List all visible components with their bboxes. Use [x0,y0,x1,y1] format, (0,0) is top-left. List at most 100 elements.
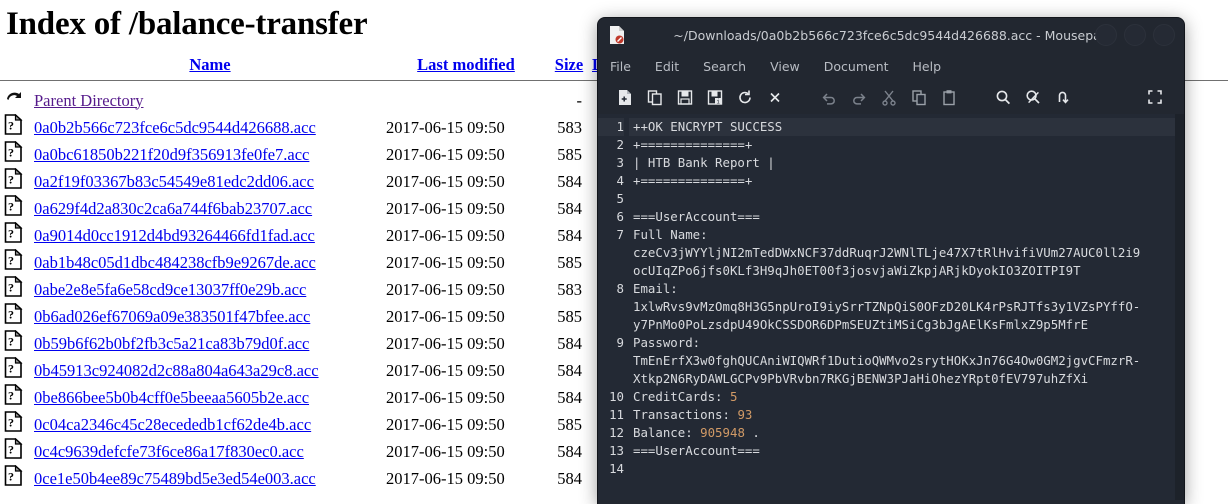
line-number-blank [598,244,624,262]
column-size[interactable]: Size [546,55,592,77]
line-number-blank [598,316,624,334]
find-replace-icon[interactable] [1018,84,1048,110]
menu-file[interactable]: File [610,59,631,74]
reload-icon[interactable] [730,84,760,110]
code-line[interactable] [633,460,1178,478]
svg-text:?: ? [8,308,14,322]
new-document-icon[interactable] [610,84,640,110]
undo-icon[interactable] [814,84,844,110]
minimize-button[interactable] [1095,24,1117,46]
line-number: 14 [609,461,624,476]
menu-search[interactable]: Search [703,59,746,74]
file-link[interactable]: 0a629f4d2a830c2ca6a744f6bab23707.acc [34,199,312,218]
svg-text:?: ? [8,362,14,376]
code-line-wrapped[interactable]: y7PnMo0PoLzsdpU49OkCSSDOR6DPmSEUZtiMSiCg… [633,316,1178,334]
file-link[interactable]: 0c4c9639defcfe73f6ce86a17f830ec0.acc [34,442,304,461]
svg-text:?: ? [8,146,14,160]
file-size: 583 [557,279,582,299]
file-modified: 2017-06-15 09:50 [386,171,505,191]
close-document-icon[interactable] [760,84,790,110]
file-unknown-icon: ? [0,411,34,438]
code-line[interactable]: ===UserAccount=== [633,442,1178,460]
line-number-blank [598,370,624,388]
go-to-line-icon[interactable] [1048,84,1078,110]
cut-icon[interactable] [874,84,904,110]
column-name[interactable]: Name [34,55,386,77]
code-line[interactable]: CreditCards: 5 [633,388,1178,406]
code-line[interactable]: Transactions: 93 [633,406,1178,424]
code-line-wrapped[interactable]: czeCv3jWYYljNI2mTedDWxNCF37ddRuqrJ2WNlTL… [633,244,1178,262]
file-link[interactable]: 0a9014d0cc1912d4bd93264466fd1fad.acc [34,226,315,245]
file-link[interactable]: 0c04ca2346c45c28ecededb1cf62de4b.acc [34,415,311,434]
file-link[interactable]: 0ab1b48c05d1dbc484238cfb9e9267de.acc [34,253,316,272]
file-link[interactable]: 0a0b2b566c723fce6c5dc9544d426688.acc [34,118,316,137]
file-modified: 2017-06-15 09:50 [386,441,505,461]
line-number: 7 [616,227,624,242]
open-file-icon[interactable] [640,84,670,110]
redo-icon[interactable] [844,84,874,110]
fullscreen-icon[interactable] [1140,84,1170,110]
code-line[interactable]: | HTB Bank Report | [633,154,1178,172]
close-button[interactable] [1153,24,1175,46]
file-link[interactable]: 0a0bc61850b221f20d9f356913fe0fe7.acc [34,145,309,164]
window-titlebar[interactable]: ~/Downloads/0a0b2b566c723fce6c5dc9544d42… [598,18,1184,52]
copy-icon[interactable] [904,84,934,110]
editor-content[interactable]: ++OK ENCRYPT SUCCESS +==============+ | HT… [629,114,1184,500]
line-number-blank [598,298,624,316]
code-line[interactable]: ++OK ENCRYPT SUCCESS [629,118,1178,136]
parent-directory-link[interactable]: Parent Directory [34,91,144,110]
code-line-wrapped[interactable]: 1xlwRvs9vMzOmq8H3G5npUroI9iySrrTZNpQiS0O… [633,298,1178,316]
file-link[interactable]: 0abe2e8e5fa6e58cd9ce13037ff0e29b.acc [34,280,306,299]
code-line[interactable]: ===UserAccount=== [633,208,1178,226]
parent-directory-size: - [576,90,583,110]
file-link[interactable]: 0ce1e50b4ee89c75489bd5e3ed54e003.acc [34,469,316,488]
file-link[interactable]: 0a2f19f03367b83c54549e81edc2dd06.acc [34,172,314,191]
menu-edit[interactable]: Edit [655,59,679,74]
file-unknown-icon: ? [0,357,34,384]
line-number-gutter: 1234567 8 9 10 11 12 13 14 [598,114,629,500]
find-icon[interactable] [988,84,1018,110]
menu-document[interactable]: Document [824,59,889,74]
svg-text:?: ? [8,227,14,241]
file-link-cell: 0a0bc61850b221f20d9f356913fe0fe7.acc [34,141,386,168]
file-unknown-icon: ? [0,222,34,249]
code-line[interactable]: Balance: 905948 . [633,424,1178,442]
file-link[interactable]: 0b59b6f62b0bf2fb3c5a21ca83b79d0f.acc [34,334,309,353]
column-last-modified[interactable]: Last modified [386,55,546,77]
editor-scrollbar[interactable] [1175,114,1184,500]
file-link-cell: 0c4c9639defcfe73f6ce86a17f830ec0.acc [34,438,386,465]
save-as-icon[interactable]: i [700,84,730,110]
code-line[interactable] [633,190,1178,208]
menu-view[interactable]: View [770,59,800,74]
file-link[interactable]: 0b6ad026ef67069a09e383501f47bfee.acc [34,307,310,326]
file-unknown-icon: ? [0,303,34,330]
menu-help[interactable]: Help [913,59,942,74]
code-line-wrapped[interactable]: ocUIqZPo6jfs0KLf3H9qJh0ET00f3josvjaWiZkp… [633,262,1178,280]
code-line-wrapped[interactable]: TmEnErfX3w0fghQUCAniWIQWRf1DutioQWMvo2sr… [633,352,1178,370]
file-modified: 2017-06-15 09:50 [386,414,505,434]
code-line[interactable]: +==============+ [633,172,1178,190]
code-line[interactable]: +==============+ [633,136,1178,154]
code-line[interactable]: Password: [633,334,1178,352]
line-number-blank [598,262,624,280]
line-number: 9 [616,335,624,350]
text-editor[interactable]: 1234567 8 9 10 11 12 13 14 ++OK ENCRYPT SUCC… [598,114,1184,500]
line-number: 3 [616,155,624,170]
file-link-cell: 0a629f4d2a830c2ca6a744f6bab23707.acc [34,195,386,222]
file-link[interactable]: 0be866bee5b0b4cff0e5beeaa5605b2e.acc [34,388,309,407]
file-size: 584 [557,198,582,218]
maximize-button[interactable] [1124,24,1146,46]
mousepad-window: ~/Downloads/0a0b2b566c723fce6c5dc9544d42… [598,18,1184,504]
file-link-cell: 0ab1b48c05d1dbc484238cfb9e9267de.acc [34,249,386,276]
save-icon[interactable] [670,84,700,110]
code-line[interactable]: Full Name: [633,226,1178,244]
paste-icon[interactable] [934,84,964,110]
file-link-cell: 0ce1e50b4ee89c75489bd5e3ed54e003.acc [34,465,386,492]
file-modified: 2017-06-15 09:50 [386,144,505,164]
file-link[interactable]: 0b45913c924082d2c88a804a643a29c8.acc [34,361,319,380]
file-unknown-icon: ? [0,276,34,303]
file-link-cell: 0a9014d0cc1912d4bd93264466fd1fad.acc [34,222,386,249]
code-line-wrapped[interactable]: Xtkp2N6RyDAWLGCPv9PbVRvbn7RKGjBENW3PJaHi… [633,370,1178,388]
code-line[interactable]: Email: [633,280,1178,298]
file-modified: 2017-06-15 09:50 [386,198,505,218]
